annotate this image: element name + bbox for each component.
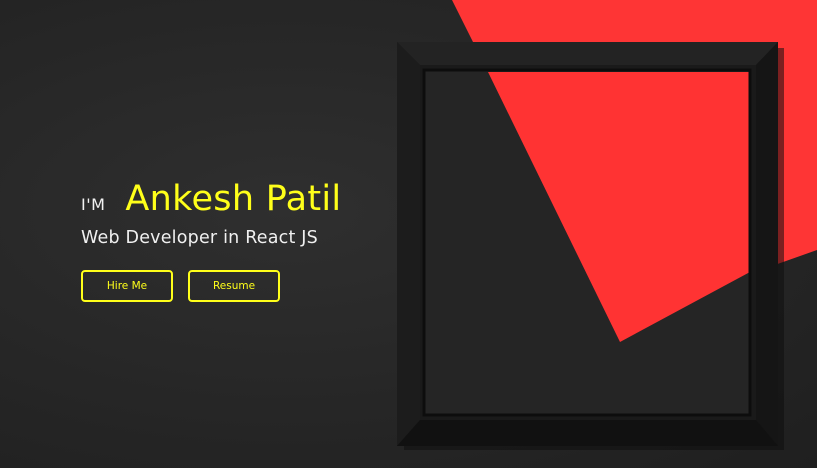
picture-frame-icon — [397, 42, 778, 446]
hero-buttons: Hire Me Resume — [81, 270, 341, 302]
developer-name: Ankesh Patil — [125, 179, 342, 219]
resume-button[interactable]: Resume — [188, 270, 280, 302]
hire-me-button[interactable]: Hire Me — [81, 270, 173, 302]
intro-prefix: I'M — [81, 195, 106, 214]
hero-intro: I'M Ankesh Patil Web Developer in React … — [81, 178, 341, 302]
developer-role: Web Developer in React JS — [81, 228, 318, 248]
name-line: I'M Ankesh Patil — [81, 178, 341, 220]
hero-section: I'M Ankesh Patil Web Developer in React … — [0, 0, 817, 468]
